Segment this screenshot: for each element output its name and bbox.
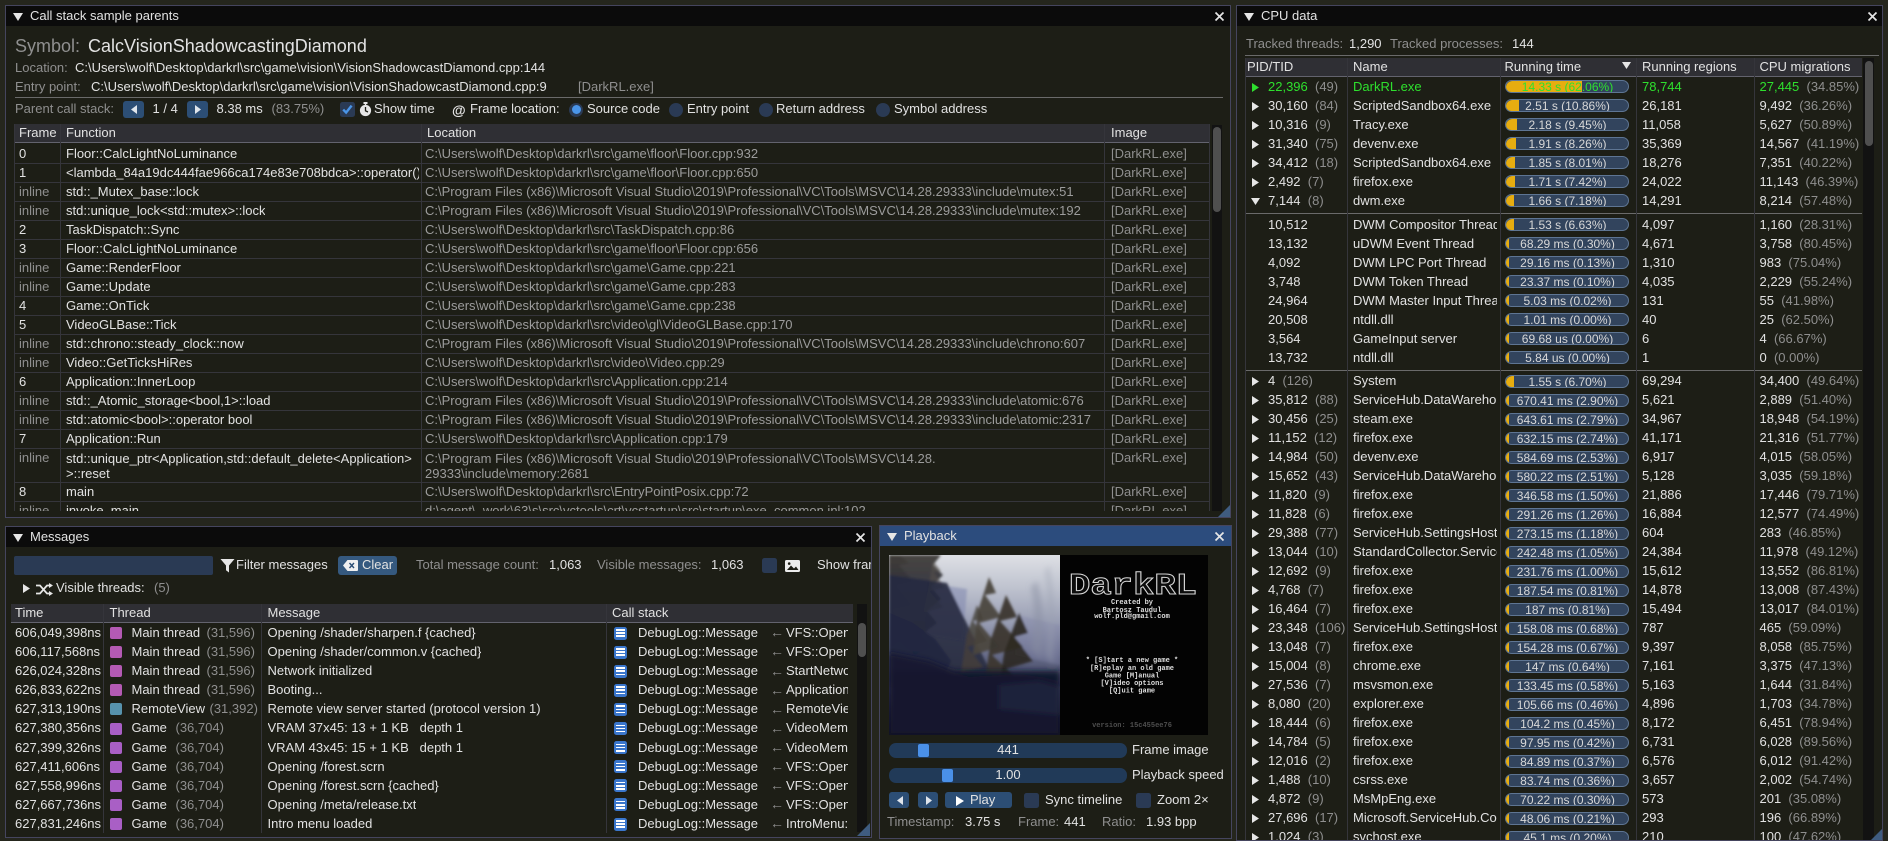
svg-text:* [S]tart a new game *: * [S]tart a new game * (1086, 657, 1178, 665)
svg-text:Created by: Created by (1111, 599, 1154, 607)
svg-text:version: 15c455ee76: version: 15c455ee76 (1092, 722, 1172, 730)
svg-text:[Q]uit game: [Q]uit game (1109, 688, 1155, 696)
svg-text:wolf.pld@gmail.com: wolf.pld@gmail.com (1094, 613, 1170, 621)
